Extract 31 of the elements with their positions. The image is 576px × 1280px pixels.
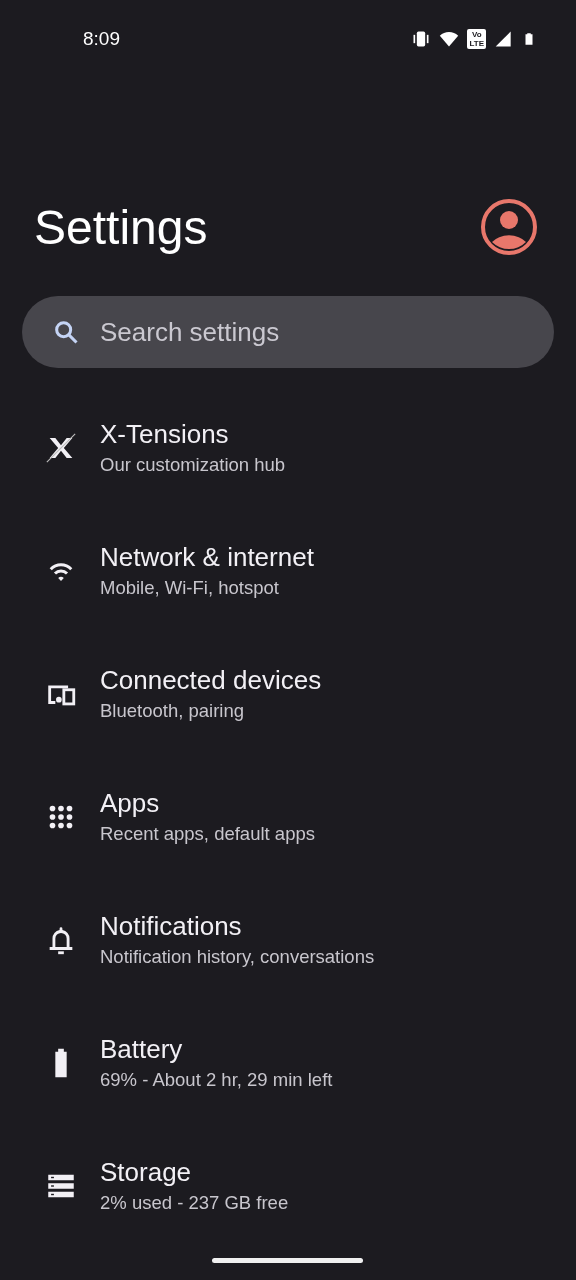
page-title: Settings (34, 199, 208, 255)
item-subtitle: Bluetooth, pairing (100, 700, 245, 722)
settings-item[interactable]: Apps Recent apps, default apps (0, 773, 576, 896)
item-subtitle: Our customization hub (100, 454, 286, 476)
settings-item[interactable]: Battery 69% - About 2 hr, 29 min left (0, 1019, 576, 1142)
item-title: Apps (100, 788, 161, 819)
wifi-icon (439, 29, 460, 49)
item-title: X-Tensions (100, 419, 230, 450)
search-icon (52, 318, 80, 346)
clock: 8:09 (83, 28, 120, 50)
search-field[interactable]: Search settings (22, 296, 554, 368)
item-subtitle: 69% - About 2 hr, 29 min left (100, 1069, 333, 1091)
item-subtitle: Mobile, Wi-Fi, hotspot (100, 577, 280, 599)
item-title: Storage (100, 1157, 193, 1188)
settings-item[interactable]: Storage 2% used - 237 GB free (0, 1142, 576, 1265)
item-title: Network & internet (100, 542, 314, 573)
signal-icon (494, 29, 514, 49)
item-title: Notifications (100, 911, 243, 942)
settings-item[interactable]: Notifications Notification history, conversations (0, 896, 576, 1019)
gesture-handle[interactable] (212, 1258, 363, 1263)
volte-badge: Vo LTE (467, 29, 486, 49)
item-title: Battery (100, 1034, 184, 1065)
item-subtitle: Recent apps, default apps (100, 823, 315, 845)
settings-item[interactable]: Connected devices Bluetooth, pairing (0, 650, 576, 773)
item-title: Connected devices (100, 665, 322, 696)
vibrate-icon (411, 29, 432, 49)
item-subtitle: 2% used - 237 GB free (100, 1192, 289, 1214)
settings-item[interactable]: X-Tensions Our customization hub (0, 404, 576, 527)
settings-item[interactable]: Network & internet Mobile, Wi-Fi, hotspot (0, 527, 576, 650)
account-icon[interactable] (480, 198, 538, 256)
item-subtitle: Notification history, conversations (100, 946, 375, 968)
